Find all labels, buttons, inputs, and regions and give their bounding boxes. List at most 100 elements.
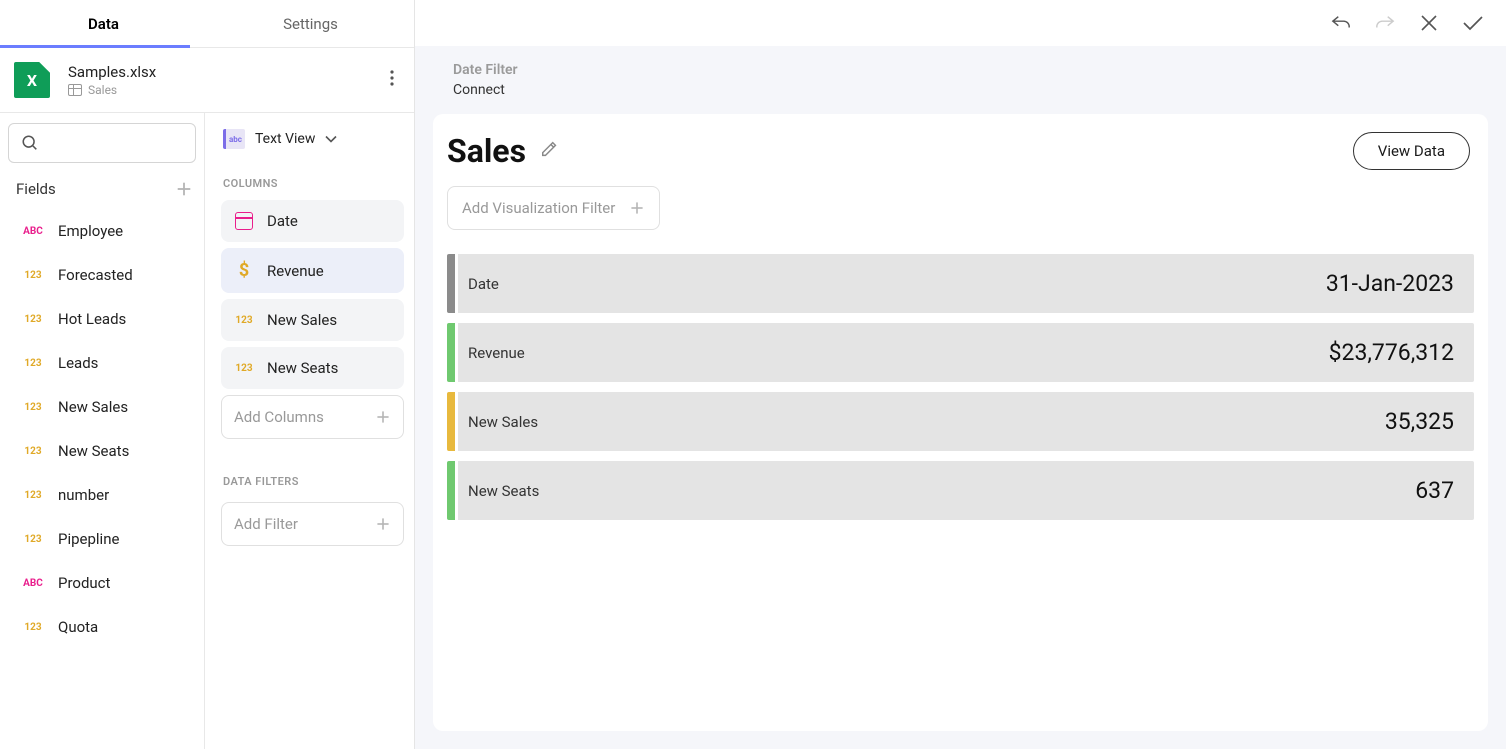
number-type-icon: 123: [20, 622, 46, 633]
card-value: 31-Jan-2023: [1326, 270, 1454, 297]
add-columns-label: Add Columns: [234, 408, 324, 426]
data-card: Date 31-Jan-2023: [447, 254, 1474, 313]
card-label: New Seats: [468, 482, 539, 500]
field-label: New Sales: [58, 398, 128, 416]
undo-button[interactable]: [1330, 12, 1352, 34]
tab-settings[interactable]: Settings: [207, 0, 414, 47]
card-body: New Sales 35,325: [455, 392, 1474, 451]
card-label: New Sales: [468, 413, 538, 431]
view-type-dropdown[interactable]: abc Text View: [221, 123, 404, 167]
number-type-icon: 123: [20, 358, 46, 369]
card-stripe: [447, 392, 455, 451]
column-pill[interactable]: 123 New Sales: [221, 299, 404, 341]
number-type-icon: 123: [20, 534, 46, 545]
excel-file-icon: X: [14, 62, 50, 98]
field-label: New Seats: [58, 442, 129, 460]
card-stripe: [447, 461, 455, 520]
sheet-name: Sales: [88, 83, 117, 97]
view-type-label: Text View: [255, 131, 315, 147]
number-type-icon: 123: [20, 490, 46, 501]
column-label: New Sales: [267, 311, 337, 329]
add-visualization-filter-button[interactable]: Add Visualization Filter: [447, 186, 660, 230]
field-item[interactable]: ABC Employee: [4, 209, 204, 253]
field-item[interactable]: 123 Quota: [4, 605, 204, 649]
plus-icon: [629, 200, 645, 216]
number-type-icon: 123: [20, 314, 46, 325]
field-label: Hot Leads: [58, 310, 126, 328]
add-filter-label: Add Filter: [234, 515, 298, 533]
data-card: Revenue $23,776,312: [447, 323, 1474, 382]
fields-header-label: Fields: [16, 180, 56, 198]
field-item[interactable]: 123 Hot Leads: [4, 297, 204, 341]
plus-icon: [175, 180, 193, 198]
column-label: Revenue: [267, 262, 324, 280]
card-body: Date 31-Jan-2023: [455, 254, 1474, 313]
field-label: number: [58, 486, 109, 504]
field-item[interactable]: 123 Pipepline: [4, 517, 204, 561]
number-type-icon: 123: [233, 363, 255, 374]
field-item[interactable]: 123 New Sales: [4, 385, 204, 429]
add-filter-button[interactable]: Add Filter: [221, 502, 404, 546]
field-label: Pipepline: [58, 530, 119, 548]
plus-icon: [375, 516, 391, 532]
search-icon: [21, 134, 39, 152]
column-pill[interactable]: $ Revenue: [221, 248, 404, 293]
add-columns-button[interactable]: Add Columns: [221, 395, 404, 439]
number-type-icon: 123: [20, 270, 46, 281]
card-value: $23,776,312: [1329, 339, 1454, 366]
data-filters-section-header: DATA FILTERS: [221, 465, 404, 498]
close-button[interactable]: [1418, 12, 1440, 34]
card-body: Revenue $23,776,312: [455, 323, 1474, 382]
field-item[interactable]: 123 New Seats: [4, 429, 204, 473]
redo-button[interactable]: [1374, 12, 1396, 34]
text-view-icon: abc: [223, 129, 245, 149]
confirm-button[interactable]: [1462, 12, 1484, 34]
tab-data[interactable]: Data: [0, 0, 207, 47]
more-options-button[interactable]: [380, 62, 404, 98]
card-stripe: [447, 254, 455, 313]
field-item[interactable]: 123 Forecasted: [4, 253, 204, 297]
date-filter-label: Date Filter: [453, 62, 1486, 78]
pencil-icon: [540, 139, 560, 159]
number-type-icon: 123: [233, 315, 255, 326]
date-filter-connect[interactable]: Connect: [453, 82, 1486, 98]
table-icon: [68, 84, 82, 96]
visualization-title: Sales: [447, 132, 526, 170]
viz-filter-label: Add Visualization Filter: [462, 199, 615, 217]
column-label: New Seats: [267, 359, 338, 377]
card-value: 35,325: [1385, 408, 1454, 435]
field-item[interactable]: ABC Product: [4, 561, 204, 605]
field-label: Forecasted: [58, 266, 133, 284]
card-label: Date: [468, 275, 499, 293]
field-label: Leads: [58, 354, 98, 372]
data-card: New Sales 35,325: [447, 392, 1474, 451]
tab-indicator: [0, 45, 190, 48]
data-card: New Seats 637: [447, 461, 1474, 520]
search-input[interactable]: [8, 123, 196, 163]
number-type-icon: 123: [20, 446, 46, 457]
add-field-button[interactable]: [174, 179, 194, 199]
field-label: Quota: [58, 618, 98, 636]
card-body: New Seats 637: [455, 461, 1474, 520]
calendar-icon: [233, 212, 255, 230]
number-type-icon: 123: [20, 402, 46, 413]
card-value: 637: [1415, 477, 1454, 504]
plus-icon: [375, 409, 391, 425]
currency-icon: $: [233, 260, 255, 281]
view-data-button[interactable]: View Data: [1353, 132, 1470, 170]
field-item[interactable]: 123 Leads: [4, 341, 204, 385]
field-label: Employee: [58, 222, 123, 240]
columns-section-header: COLUMNS: [221, 167, 404, 200]
field-label: Product: [58, 574, 110, 592]
card-label: Revenue: [468, 344, 525, 362]
file-name: Samples.xlsx: [68, 63, 156, 81]
text-type-icon: ABC: [20, 226, 46, 237]
column-pill[interactable]: 123 New Seats: [221, 347, 404, 389]
chevron-down-icon: [325, 135, 337, 143]
column-label: Date: [267, 212, 298, 230]
field-item[interactable]: 123 number: [4, 473, 204, 517]
edit-title-button[interactable]: [540, 139, 560, 163]
column-pill[interactable]: Date: [221, 200, 404, 242]
card-stripe: [447, 323, 455, 382]
text-type-icon: ABC: [20, 578, 46, 589]
